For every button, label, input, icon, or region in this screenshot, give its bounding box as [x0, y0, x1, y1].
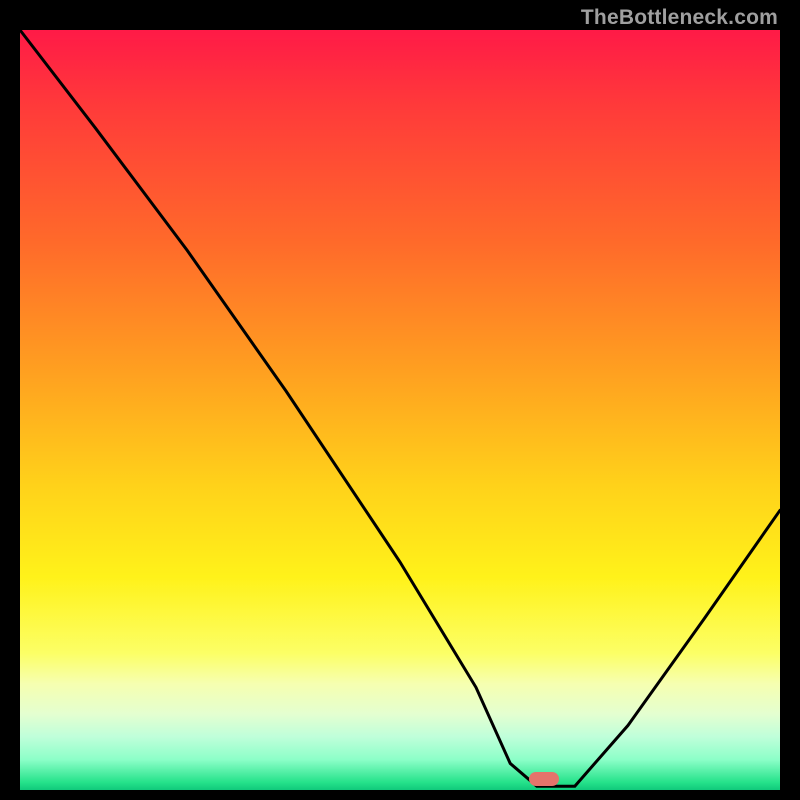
bottleneck-curve-path — [20, 30, 780, 786]
chart-curve-svg — [20, 30, 780, 790]
optimal-point-marker — [529, 772, 559, 786]
outer-frame: TheBottleneck.com — [0, 0, 800, 800]
watermark-text: TheBottleneck.com — [581, 6, 778, 30]
